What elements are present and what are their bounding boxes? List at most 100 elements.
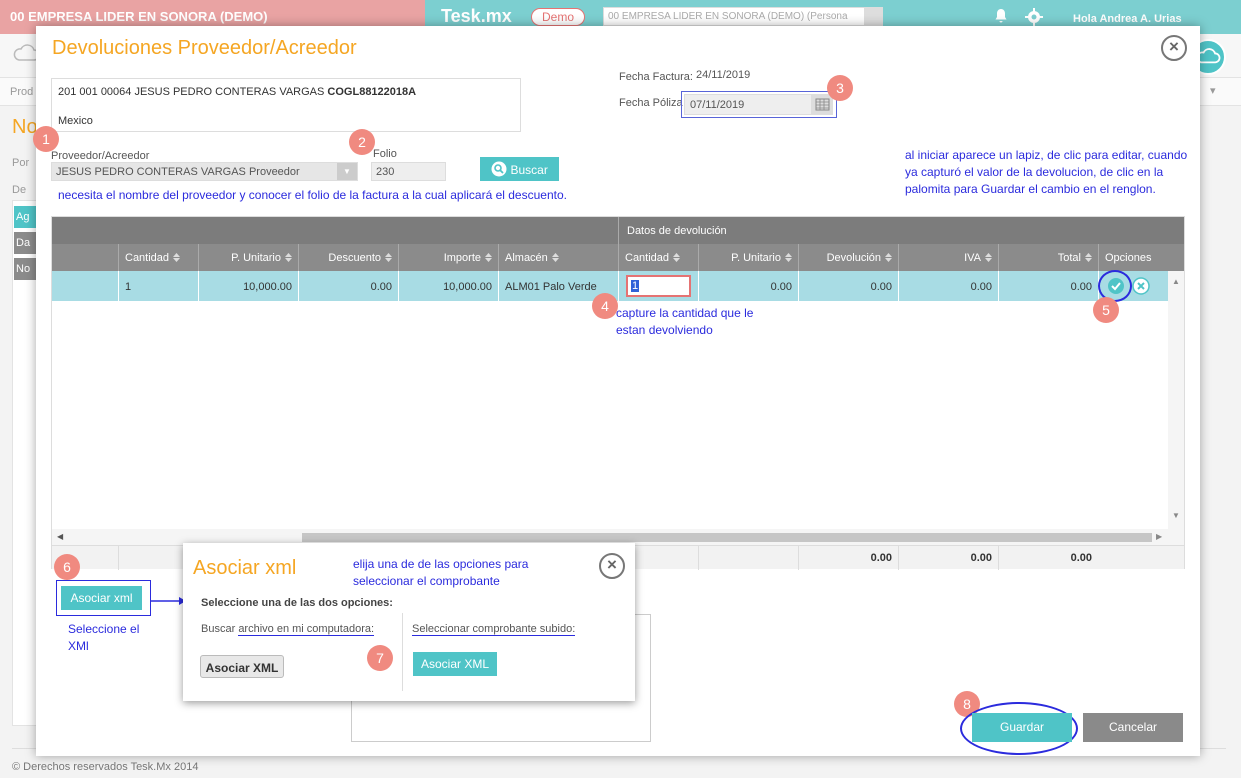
fecha-factura-label: Fecha Factura: <box>619 71 693 83</box>
col-dev-p-unitario[interactable]: P. Unitario <box>698 244 798 271</box>
cell-devolucion: 0.00 <box>798 271 898 301</box>
asociar-xml-uploaded-button[interactable]: Asociar XML <box>413 652 497 676</box>
dev-cantidad-input[interactable]: 1 <box>626 275 691 297</box>
scroll-up-icon[interactable]: ▲ <box>1172 277 1180 286</box>
company-select-value: 00 EMPRESA LIDER EN SONORA (DEMO) (Perso… <box>608 11 848 22</box>
cell-iva: 0.00 <box>898 271 998 301</box>
fecha-poliza-input[interactable]: 07/11/2019 <box>684 94 812 115</box>
devoluciones-grid: Datos de devolución Cantidad P. Unitario… <box>51 216 1185 570</box>
popup-subtitle: Seleccione una de las dos opciones: <box>201 597 393 609</box>
fecha-factura-value: 24/11/2019 <box>696 69 751 81</box>
cancelar-button[interactable]: Cancelar <box>1083 713 1183 742</box>
cell-cantidad: 1 <box>118 271 198 301</box>
col-almacen[interactable]: Almacén <box>498 244 618 271</box>
background-side-b: Da <box>14 232 36 254</box>
cancel-edit-icon[interactable] <box>1132 277 1150 295</box>
proveedor-select-value: JESUS PEDRO CONTERAS VARGAS Proveedor <box>56 166 300 178</box>
col-dev-cantidad[interactable]: Cantidad <box>618 244 698 271</box>
col-dev-p-unitario-label: P. Unitario <box>731 252 781 264</box>
col-p-unitario-label: P. Unitario <box>231 252 281 264</box>
guardar-button[interactable]: Guardar <box>972 713 1072 742</box>
close-icon[interactable]: × <box>1161 35 1187 61</box>
buscar-archivo-option: Buscar archivo en mi computadora: <box>201 623 375 636</box>
background-side-c: No <box>14 258 36 280</box>
cell-importe: 10,000.00 <box>398 271 498 301</box>
table-row[interactable]: 1 10,000.00 0.00 10,000.00 ALM01 Palo Ve… <box>52 270 1184 302</box>
col-dev-cantidad-label: Cantidad <box>625 252 670 264</box>
buscar-label: Buscar <box>510 163 548 177</box>
note-edit-instructions: al iniciar aparece un lapiz, de clic par… <box>905 148 1188 196</box>
archivo-computadora-link[interactable]: archivo en mi computadora: <box>238 623 375 636</box>
col-devolucion[interactable]: Devolución <box>798 244 898 271</box>
gear-icon[interactable] <box>1025 8 1043 26</box>
total-empty <box>698 546 798 570</box>
step-badge-4: 4 <box>592 293 618 319</box>
search-icon <box>491 161 507 177</box>
company-select[interactable]: 00 EMPRESA LIDER EN SONORA (DEMO) (Perso… <box>603 7 883 26</box>
col-cantidad[interactable]: Cantidad <box>118 244 198 271</box>
scroll-right-icon[interactable]: ▶ <box>1156 532 1162 541</box>
scroll-left-icon[interactable]: ◀ <box>57 532 63 541</box>
scroll-down-icon[interactable]: ▼ <box>1172 511 1180 520</box>
asociar-xml-local-button[interactable]: Asociar XML <box>200 655 284 678</box>
close-icon[interactable]: × <box>599 553 625 579</box>
group-header-datos-devolucion: Datos de devolución <box>618 217 1168 244</box>
note-cantidad: capture la cantidad que le estan devolvi… <box>616 306 754 337</box>
col-importe[interactable]: Importe <box>398 244 498 271</box>
asociar-xml-button[interactable]: Asociar xml <box>61 586 142 610</box>
col-total[interactable]: Total <box>998 244 1098 271</box>
sort-icon <box>485 253 492 262</box>
sort-icon <box>551 253 559 262</box>
step-badge-2: 2 <box>349 129 375 155</box>
chevron-down-icon: ▼ <box>337 163 357 180</box>
grid-group-header-row: Datos de devolución <box>52 217 1184 244</box>
sort-icon <box>285 253 292 262</box>
proveedor-label: Proveedor/Acreedor <box>51 150 150 162</box>
col-cantidad-label: Cantidad <box>125 252 170 264</box>
col-importe-label: Importe <box>443 252 481 264</box>
step-badge-7: 7 <box>367 645 393 671</box>
cell-descuento: 0.00 <box>298 271 398 301</box>
col-total-label: Total <box>1057 252 1081 264</box>
col-descuento[interactable]: Descuento <box>298 244 398 271</box>
col-devolucion-label: Devolución <box>826 252 881 264</box>
supplier-address-box: 201 001 00064 JESUS PEDRO CONTERAS VARGA… <box>51 78 521 132</box>
cell-dev-p-unitario: 0.00 <box>698 271 798 301</box>
col-p-unitario[interactable]: P. Unitario <box>198 244 298 271</box>
demo-badge: Demo <box>531 8 586 26</box>
modal-title: Devoluciones Proveedor/Acreedor <box>52 37 357 59</box>
cell-total: 0.00 <box>998 271 1098 301</box>
vertical-scrollbar[interactable]: ▲ ▼ <box>1168 271 1184 529</box>
sort-icon <box>385 253 392 262</box>
dev-cantidad-value: 1 <box>631 280 640 292</box>
background-de: De <box>12 184 27 196</box>
supplier-rfc: COGL88122018A <box>327 86 417 98</box>
scrollbar-thumb[interactable] <box>302 533 1152 542</box>
comprobante-subido-link[interactable]: Seleccionar comprobante subido: <box>412 623 576 636</box>
fecha-poliza-field[interactable]: 07/11/2019 <box>681 91 837 118</box>
folio-input[interactable]: 230 <box>371 162 446 181</box>
grid-header-row: Cantidad P. Unitario Descuento Importe A… <box>52 244 1184 271</box>
buscar-label: Buscar <box>201 623 236 635</box>
sort-icon <box>1085 253 1092 262</box>
buscar-button[interactable]: Buscar <box>480 157 559 181</box>
check-icon[interactable] <box>1107 277 1125 295</box>
proveedor-select[interactable]: JESUS PEDRO CONTERAS VARGAS Proveedor ▼ <box>51 162 358 181</box>
sort-icon <box>985 253 992 262</box>
bell-icon[interactable] <box>993 8 1009 24</box>
supplier-country: Mexico <box>58 115 93 127</box>
sort-icon <box>885 253 892 262</box>
background-side-a: Ag <box>14 206 36 228</box>
brand-logo: Tesk.mx <box>441 6 512 26</box>
arrow-right-icon <box>151 597 186 605</box>
sort-icon <box>673 253 681 262</box>
total-total: 0.00 <box>998 546 1098 570</box>
popup-divider <box>402 613 403 691</box>
chevron-down-icon[interactable]: ▾ <box>1210 84 1216 97</box>
user-greeting[interactable]: Hola Andrea A. Urias <box>1073 13 1182 25</box>
folio-label: Folio <box>373 148 397 160</box>
col-iva[interactable]: IVA <box>898 244 998 271</box>
col-opciones: Opciones <box>1098 244 1168 271</box>
step-badge-3: 3 <box>827 75 853 101</box>
cell-p-unitario: 10,000.00 <box>198 271 298 301</box>
